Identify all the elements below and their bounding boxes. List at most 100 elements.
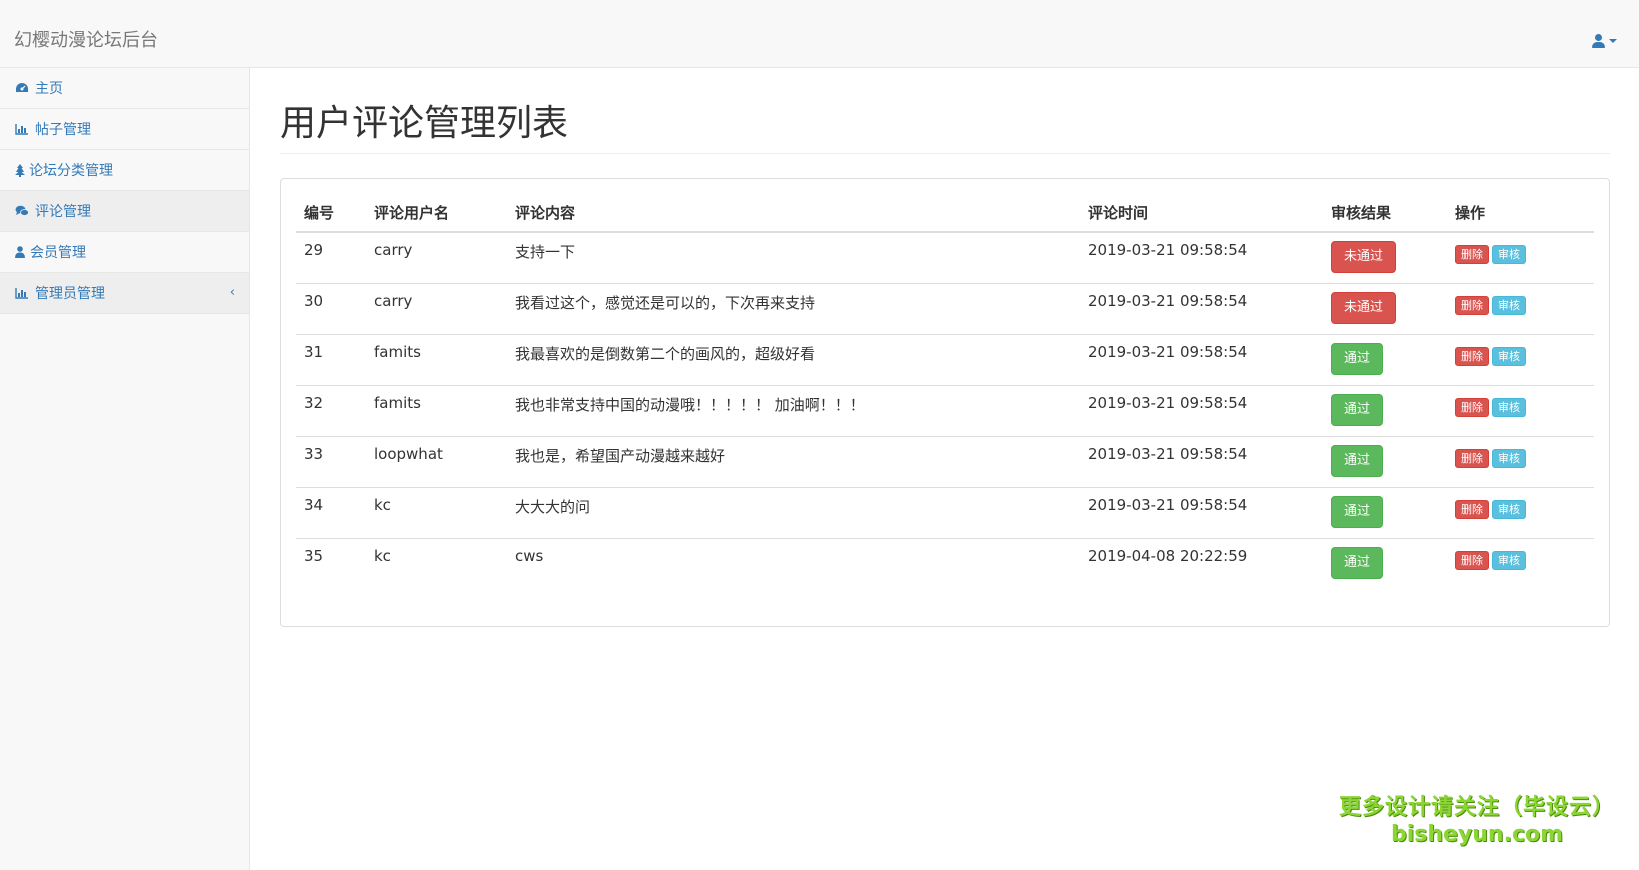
column-header-id: 编号 <box>296 194 366 233</box>
tree-icon <box>15 163 25 177</box>
cell-status: 未通过 <box>1323 232 1447 283</box>
column-header-content: 评论内容 <box>507 194 1080 233</box>
table-row: 29 carry 支持一下 2019-03-21 09:58:54 未通过 删除 审核 <box>296 232 1594 283</box>
delete-button[interactable]: 删除 <box>1455 346 1489 366</box>
cell-id: 31 <box>296 333 366 385</box>
cell-id: 32 <box>296 384 366 436</box>
sidebar: 主页 帖子管理 论坛分类管理 评论管理 会员管理 管理员管理 ‹ <box>0 68 250 870</box>
sidebar-item-comments[interactable]: 评论管理 <box>0 191 249 232</box>
sidebar-item-label: 会员管理 <box>30 245 86 261</box>
user-icon <box>15 245 25 259</box>
cell-status: 通过 <box>1323 333 1447 385</box>
caret-down-icon <box>1609 39 1617 43</box>
delete-button[interactable]: 删除 <box>1455 245 1489 264</box>
audit-button[interactable]: 审核 <box>1492 499 1526 519</box>
delete-button[interactable]: 删除 <box>1455 499 1489 519</box>
sidebar-item-home[interactable]: 主页 <box>0 68 249 109</box>
cell-content: 我也非常支持中国的动漫哦！！！！！ 加油啊！！！ <box>507 384 1080 436</box>
cell-content: 支持一下 <box>515 243 576 261</box>
cell-time: 2019-03-21 09:58:54 <box>1080 384 1323 436</box>
cell-user: carry <box>366 282 507 334</box>
audit-button[interactable]: 审核 <box>1492 448 1526 468</box>
cell-actions: 删除 审核 <box>1447 435 1594 487</box>
bar-chart-icon <box>15 122 29 136</box>
watermark: 更多设计请关注（毕设云） bisheyun.com <box>1339 794 1615 848</box>
cell-actions: 删除 审核 <box>1447 232 1594 283</box>
sidebar-item-admins[interactable]: 管理员管理 ‹ <box>0 273 249 314</box>
cell-time: 2019-03-21 09:58:54 <box>1080 435 1323 487</box>
status-pass-button[interactable]: 通过 <box>1331 546 1384 579</box>
cell-content: 我最喜欢的是倒数第二个的画风的，超级好看 <box>507 333 1080 385</box>
cell-status: 通过 <box>1323 435 1447 487</box>
column-header-actions: 操作 <box>1447 194 1594 233</box>
status-fail-button[interactable]: 未通过 <box>1331 291 1397 324</box>
delete-button[interactable]: 删除 <box>1455 397 1489 417</box>
sidebar-item-label: 帖子管理 <box>35 122 91 138</box>
comments-panel: 编号 评论用户名 评论内容 评论时间 审核结果 操作 29 carry 支持一下 20… <box>280 178 1610 627</box>
status-pass-button[interactable]: 通过 <box>1331 444 1384 477</box>
status-fail-button[interactable]: 未通过 <box>1331 241 1397 273</box>
table-row: 35 kc cws 2019-04-08 20:22:59 通过 删除 审核 <box>296 537 1594 589</box>
dashboard-icon <box>15 81 29 95</box>
sidebar-item-label: 评论管理 <box>35 204 91 220</box>
audit-button[interactable]: 审核 <box>1492 397 1526 417</box>
sidebar-item-label: 主页 <box>35 81 63 97</box>
navbar-brand[interactable]: 幻樱动漫论坛后台 <box>14 30 158 52</box>
cell-time: 2019-03-21 09:58:54 <box>1080 486 1323 538</box>
table-row: 31 famits 我最喜欢的是倒数第二个的画风的，超级好看 2019-03-21 0… <box>296 333 1594 385</box>
sidebar-item-categories[interactable]: 论坛分类管理 <box>0 150 249 191</box>
watermark-line1: 更多设计请关注（毕设云） <box>1338 795 1615 820</box>
cell-user: famits <box>366 333 507 385</box>
cell-actions: 删除 审核 <box>1447 282 1594 334</box>
table-header-row: 编号 评论用户名 评论内容 评论时间 审核结果 操作 <box>296 194 1594 233</box>
user-menu-dropdown[interactable] <box>1592 34 1617 48</box>
delete-button[interactable]: 删除 <box>1455 550 1489 570</box>
cell-time: 2019-03-21 09:58:54 <box>1080 333 1323 385</box>
watermark-line2: bisheyun.com <box>1390 822 1564 847</box>
cell-content: 大大大的问 <box>507 486 1080 538</box>
comments-icon <box>15 204 29 218</box>
bar-chart-icon <box>15 286 29 300</box>
audit-button[interactable]: 审核 <box>1492 550 1526 570</box>
cell-actions: 删除 审核 <box>1447 537 1594 589</box>
column-header-status: 审核结果 <box>1323 194 1447 233</box>
status-pass-button[interactable]: 通过 <box>1331 393 1384 426</box>
cell-status: 通过 <box>1323 486 1447 538</box>
sidebar-item-label: 管理员管理 <box>35 286 105 302</box>
cell-user: famits <box>366 384 507 436</box>
column-header-time: 评论时间 <box>1080 194 1323 233</box>
status-pass-button[interactable]: 通过 <box>1331 342 1384 375</box>
table-row: 33 loopwhat 我也是，希望国产动漫越来越好 2019-03-21 09:58… <box>296 435 1594 487</box>
cell-user: carry <box>374 241 413 259</box>
cell-content: 我也是，希望国产动漫越来越好 <box>507 435 1080 487</box>
delete-button[interactable]: 删除 <box>1455 295 1489 315</box>
cell-time: 2019-03-21 09:58:54 <box>1080 282 1323 334</box>
main-content: 用户评论管理列表 编号 评论用户名 评论内容 评论时间 审核结果 操作 29 ca… <box>280 68 1610 627</box>
table-row: 34 kc 大大大的问 2019-03-21 09:58:54 通过 删除 审核 <box>296 486 1594 538</box>
column-header-user: 评论用户名 <box>366 194 507 233</box>
page-title: 用户评论管理列表 <box>280 103 569 144</box>
audit-button[interactable]: 审核 <box>1492 295 1526 315</box>
cell-status: 通过 <box>1323 537 1447 589</box>
cell-user: kc <box>366 537 507 589</box>
sidebar-item-posts[interactable]: 帖子管理 <box>0 109 249 150</box>
audit-button[interactable]: 审核 <box>1492 245 1526 264</box>
sidebar-item-label: 论坛分类管理 <box>29 163 113 179</box>
cell-id: 33 <box>296 435 366 487</box>
cell-status: 通过 <box>1323 384 1447 436</box>
status-pass-button[interactable]: 通过 <box>1331 495 1384 528</box>
user-icon <box>1592 34 1605 48</box>
audit-button[interactable]: 审核 <box>1492 346 1526 366</box>
cell-user: loopwhat <box>366 435 507 487</box>
chevron-left-icon[interactable]: ‹ <box>230 285 235 300</box>
top-navbar: 幻樱动漫论坛后台 <box>0 0 1639 68</box>
table-row: 32 famits 我也非常支持中国的动漫哦！！！！！ 加油啊！！！ 2019-03-… <box>296 384 1594 436</box>
sidebar-item-members[interactable]: 会员管理 <box>0 232 249 273</box>
page-header: 用户评论管理列表 <box>280 104 1610 154</box>
cell-actions: 删除 审核 <box>1447 333 1594 385</box>
cell-id: 34 <box>296 486 366 538</box>
delete-button[interactable]: 删除 <box>1455 448 1489 468</box>
cell-time: 2019-04-08 20:22:59 <box>1080 537 1323 589</box>
cell-status: 未通过 <box>1323 282 1447 334</box>
cell-id: 29 <box>304 241 324 259</box>
